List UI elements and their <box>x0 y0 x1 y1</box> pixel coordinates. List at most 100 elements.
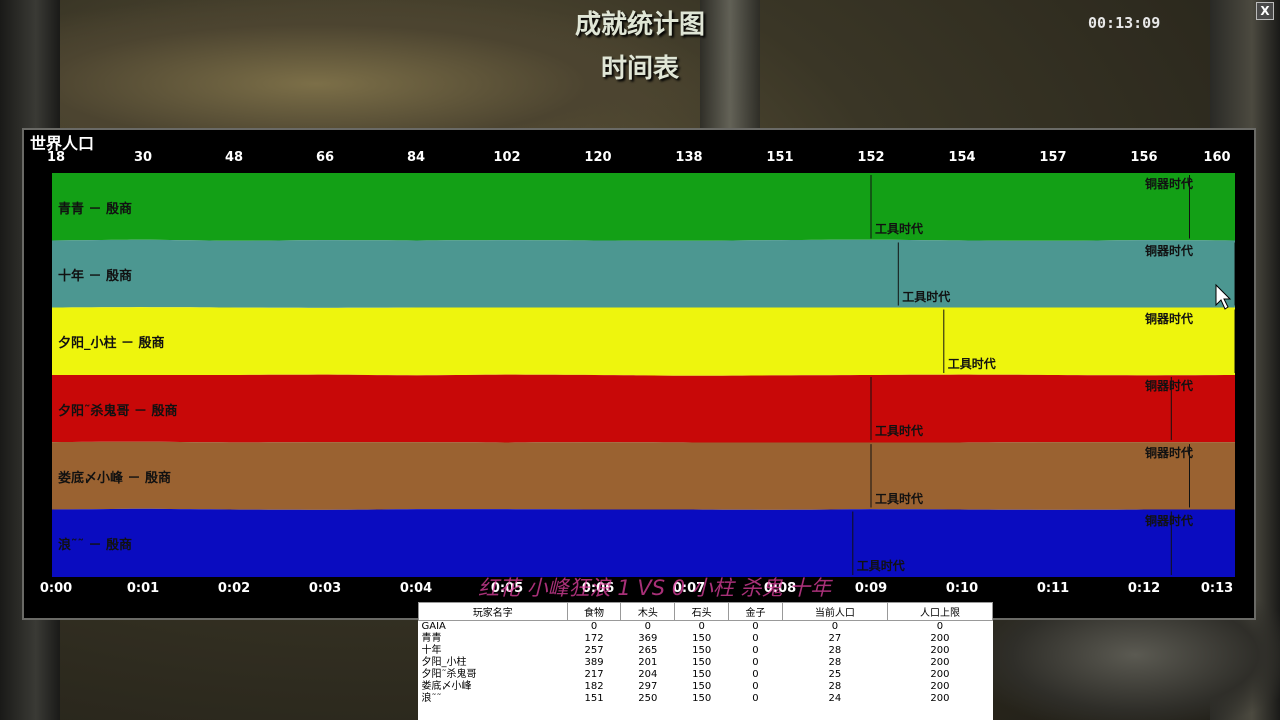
stats-cell: 150 <box>692 693 712 704</box>
stats-cell: 200 <box>930 657 950 668</box>
player-band <box>52 508 1235 577</box>
stats-header-cell: 石头 <box>674 602 730 621</box>
time-tick-label: 0:13 <box>1200 581 1234 596</box>
stats-cell: 27 <box>828 633 842 644</box>
population-tick-label: 102 <box>493 150 521 165</box>
population-tick-label: 154 <box>948 150 976 165</box>
stats-cell: 150 <box>692 669 712 680</box>
stats-cell: 0 <box>752 681 759 692</box>
population-tick-label: 48 <box>224 150 244 165</box>
age-marker-label: 工具时代 <box>875 222 924 237</box>
stats-cell: 25 <box>828 669 842 680</box>
band-label: 十年 － 殷商 <box>58 269 133 284</box>
stats-cell: 201 <box>638 657 658 668</box>
stats-cell: 0 <box>698 621 705 632</box>
age-marker-label: 铜器时代 <box>1145 379 1194 393</box>
stats-cell: 265 <box>638 645 658 656</box>
player-band <box>52 307 1235 376</box>
stats-header-cell: 金子 <box>728 602 783 621</box>
stats-cell: 28 <box>828 645 842 656</box>
page-subtitle: 时间表 <box>600 54 679 84</box>
stats-row: GAIA 0 0 0 0 0 0 <box>419 621 993 634</box>
age-marker-label: 工具时代 <box>856 559 905 573</box>
population-tick-label: 120 <box>584 150 612 165</box>
population-tick-label: 157 <box>1039 150 1067 165</box>
time-tick-label: 0:12 <box>1127 581 1161 596</box>
stats-row: 夕阳˜杀鬼哥 217 204 150 0 25 200 <box>419 669 993 681</box>
stats-cell: 0 <box>752 621 759 632</box>
stats-cell: 200 <box>930 633 950 644</box>
stats-cell: 150 <box>692 657 712 668</box>
stats-cell: 0 <box>644 621 652 632</box>
band-label: 夕阳_小柱 － 殷商 <box>58 336 165 352</box>
time-tick-label: 0:02 <box>217 581 251 596</box>
population-tick-label: 156 <box>1130 150 1158 165</box>
population-tick-label: 160 <box>1203 150 1231 165</box>
stats-header-cell: 当前人口 <box>781 602 888 621</box>
player-band <box>52 173 1235 241</box>
stats-cell: 200 <box>930 693 950 704</box>
stats-cell: 200 <box>930 645 950 656</box>
stats-cell: 0 <box>752 645 759 656</box>
stats-header-cell: 人口上限 <box>886 602 994 621</box>
timeline-chart-svg <box>52 173 1235 577</box>
time-tick-label: 0:11 <box>1036 581 1070 596</box>
stats-row: 夕阳_小柱 389 201 150 0 28 200 <box>419 657 993 669</box>
time-tick-label: 0:09 <box>854 581 888 596</box>
stats-row: 青青 172 369 150 0 27 200 <box>419 633 993 645</box>
stats-cell: 24 <box>828 693 842 704</box>
age-marker-label: 工具时代 <box>875 424 924 439</box>
age-marker-label: 铜器时代 <box>1145 513 1194 528</box>
stats-cell: 青青 <box>421 633 442 644</box>
stats-cell: 172 <box>584 633 604 644</box>
age-marker-label: 铜器时代 <box>1145 311 1194 326</box>
game-clock: 00:13:09 <box>1088 14 1161 32</box>
stats-header-cell: 玩家名字 <box>418 602 568 621</box>
stats-cell: 十年 <box>421 645 442 656</box>
stats-cell: 28 <box>828 681 842 692</box>
stats-cell: 151 <box>584 693 604 704</box>
stats-cell: 204 <box>638 669 658 680</box>
stats-cell: 217 <box>584 669 604 680</box>
stats-header-row: 玩家名字 食物 木头 石头 金子 当前人口 人口上限 <box>418 602 994 621</box>
stats-cell: 0 <box>752 693 759 704</box>
stream-caption: 红花 小峰狂浪 1 VS 0 小柱 杀鬼 十年 <box>478 576 832 600</box>
stats-cell: 257 <box>584 645 604 656</box>
stats-cell: 0 <box>752 669 759 680</box>
band-label: 浪˜˜ － 殷商 <box>58 538 133 554</box>
age-marker-label: 铜器时代 <box>1145 244 1194 259</box>
stats-cell: 28 <box>828 657 842 668</box>
stats-header-cell: 食物 <box>566 602 622 621</box>
stats-cell: 娄底〆小峰 <box>421 681 472 692</box>
time-tick-label: 0:00 <box>39 581 73 596</box>
time-tick-label: 0:03 <box>308 581 342 596</box>
stats-cell: 389 <box>584 657 604 668</box>
stats-cell: 182 <box>584 681 604 692</box>
time-tick-label: 0:01 <box>126 581 160 596</box>
player-band <box>52 441 1235 510</box>
stats-header-cell: 木头 <box>620 602 676 621</box>
population-tick-label: 151 <box>766 150 794 165</box>
population-tick-label: 152 <box>857 150 885 165</box>
age-marker-label: 铜器时代 <box>1145 177 1194 191</box>
stats-body: GAIA 0 0 0 0 0 0 青青 172 369 150 0 27 200 十年 257 265 150 0 2… <box>419 621 993 706</box>
stats-cell: 0 <box>590 621 598 632</box>
band-label: 夕阳˜杀鬼哥 － 殷商 <box>58 403 178 419</box>
population-tick-label: 18 <box>46 150 66 165</box>
stats-cell: 150 <box>692 645 712 656</box>
stats-cell: 297 <box>638 681 658 692</box>
stats-row: 浪˜˜ 151 250 150 0 24 200 <box>419 693 993 705</box>
stats-cell: GAIA <box>421 621 446 632</box>
stats-cell: 150 <box>692 681 712 692</box>
player-band <box>52 374 1235 443</box>
timeline-chart: 青青 － 殷商 工具时代 铜器时代 十年 － 殷商 工具时代 铜器时代 夕阳_小柱 － 殷商… <box>52 173 1235 577</box>
player-stats-table: 玩家名字 食物 木头 石头 金子 当前人口 人口上限 GAIA 0 0 0 0 0 0 青青 172 369 1… <box>418 602 994 720</box>
age-marker-label: 铜器时代 <box>1145 446 1194 461</box>
close-button[interactable]: X <box>1256 2 1274 20</box>
population-tick-label: 66 <box>315 150 335 165</box>
population-tick-label: 30 <box>133 150 153 165</box>
stats-cell: 夕阳˜杀鬼哥 <box>421 669 477 680</box>
stats-cell: 夕阳_小柱 <box>421 657 467 668</box>
time-tick-label: 0:10 <box>945 581 979 596</box>
band-label: 青青 － 殷商 <box>58 201 133 217</box>
